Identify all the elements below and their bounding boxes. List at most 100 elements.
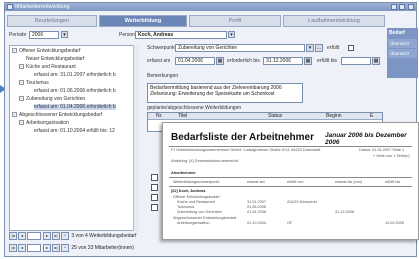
tree-scrollbar[interactable] [133, 45, 139, 231]
report-print-info2: + Seite von 1 Seite(n) [373, 154, 410, 158]
tab-profil[interactable]: Profil [189, 15, 281, 27]
record-count-text: 3 von 4 Weiterbildungsbedarf [71, 233, 137, 239]
erforderlich-date-field[interactable]: 31.12.2006 [263, 57, 303, 65]
bemerkungen-label: Bemerkungen [147, 73, 179, 79]
tree-node[interactable]: − Offener Entwicklungsbedarf [12, 48, 80, 54]
erfuellt-label: erfüllt [327, 45, 340, 51]
collapse-icon[interactable]: − [19, 96, 24, 102]
last-record-icon[interactable]: ▸| [52, 243, 60, 252]
side-panel-item[interactable]: Übersicht [388, 49, 417, 58]
row-checkbox[interactable] [151, 204, 158, 211]
dropdown-arrow-icon[interactable]: ▾ [228, 31, 235, 38]
person-navigator: |◂ ◂ ▸ ▸| * 25 von 33 Mitarbeiter(innen) [9, 243, 159, 253]
tree-node[interactable]: − Abgeschlossener Entwicklungsbedarf [12, 112, 102, 118]
tree-node[interactable]: erfasst am: 31.01.2007 erforderlich b [34, 72, 116, 78]
bemerkungen-textarea[interactable]: Bedarfsermittlung basierend aus der Ziel… [147, 83, 303, 103]
prev-record-icon[interactable]: ◂ [18, 243, 26, 252]
collapse-icon[interactable]: − [19, 80, 24, 86]
close-icon[interactable] [408, 4, 414, 10]
record-navigator: |◂ ◂ ▸ ▸| * 3 von 4 Weiterbildungsbedarf [9, 231, 159, 241]
tree-node[interactable]: − Tourismus [19, 80, 49, 86]
erfasst-date-field[interactable]: 01.04.2006 [175, 57, 215, 65]
collapse-icon[interactable]: − [12, 48, 17, 54]
row-checkbox[interactable] [151, 194, 158, 201]
window-controls [390, 4, 414, 13]
report-row-name: Tourismus [177, 205, 195, 209]
tab-bar: Beurteilungen Weiterbildung Profil Laufb… [7, 15, 385, 27]
collapse-icon[interactable]: − [12, 112, 17, 118]
tree-node-selected[interactable]: erfasst am: 01.04.2006 erforderlich b [34, 104, 116, 110]
tree-node-label: Neuer Entwicklungsbedarf [26, 56, 85, 62]
first-record-icon[interactable]: |◂ [9, 231, 17, 240]
erfuellt-bis-label: erfüllt bis [317, 58, 338, 64]
erfasst-label: erfasst am [147, 58, 171, 64]
report-row-cell: 12.02.2005 [385, 221, 405, 225]
dropdown-arrow-icon[interactable]: ▾ [61, 31, 68, 38]
schwerpunkt-select[interactable]: Zubereitung von Gerichten [175, 44, 305, 52]
minimize-icon[interactable] [390, 4, 397, 10]
tree-node[interactable]: − Arbeitsorganisation [19, 120, 69, 126]
tree-node[interactable]: − Küche und Restaurant [19, 64, 76, 70]
calendar-icon[interactable]: ▦ [216, 57, 224, 65]
report-row-cell: 01.10.2004 [247, 221, 267, 225]
report-col-header: erfasst bis (von) [335, 180, 363, 184]
erfuellt-bis-field[interactable] [341, 57, 371, 65]
person-select[interactable]: Koch, Andreas [135, 31, 227, 39]
tree-node[interactable]: − Zubereitung von Gerichten [19, 96, 85, 102]
side-panel: Bedarf Übersicht Übersicht [387, 28, 418, 78]
first-record-icon[interactable]: |◂ [9, 243, 17, 252]
report-col-header: Weiterbildungsschwerpunkt [173, 180, 220, 184]
report-row-cell: 31.12.2006 [335, 210, 355, 214]
calendar-icon[interactable]: ▦ [372, 57, 380, 65]
person-count-text: 25 von 33 Mitarbeiter(innen) [71, 245, 134, 251]
next-record-icon[interactable]: ▸ [43, 243, 51, 252]
report-row-cell: GF [287, 221, 293, 225]
tab-laufbahnentwicklung[interactable]: Laufbahnentwicklung [283, 15, 385, 27]
report-row-name: Offener Entwicklungsbedarf [173, 195, 220, 199]
report-row-cell: 01.06.2006 [247, 205, 267, 209]
row-checkbox[interactable] [151, 174, 158, 181]
last-record-icon[interactable]: ▸| [52, 231, 60, 240]
checkbox-column [147, 134, 163, 229]
record-number-field[interactable] [27, 243, 41, 252]
tree-node-label: erfasst am: 31.01.2007 erforderlich b [34, 72, 116, 78]
tree-node[interactable]: erfasst am: 01.10.2004 erfüllt bis: 12 [34, 128, 115, 134]
maximize-icon[interactable] [399, 4, 406, 10]
next-record-icon[interactable]: ▸ [43, 231, 51, 240]
calendar-icon[interactable]: ▦ [304, 57, 312, 65]
grid-col-header[interactable]: Status [268, 113, 282, 120]
dropdown-arrow-icon[interactable]: ▾ [306, 44, 314, 52]
tree-node-label: Küche und Restaurant [26, 64, 76, 70]
erfuellt-checkbox[interactable] [348, 45, 354, 51]
new-record-icon[interactable]: * [61, 231, 69, 240]
app-icon [7, 4, 13, 10]
tree-node-label: Tourismus [26, 80, 49, 86]
tree-node[interactable]: erfasst am: 01.06.2006 erforderlich b [34, 88, 116, 94]
window-title: Mitarbeiterentwicklung [15, 4, 70, 10]
collapse-icon[interactable]: − [19, 120, 24, 126]
report-preview: Bedarfsliste der Arbeitnehmer Januar 200… [162, 122, 419, 240]
tab-weiterbildung[interactable]: Weiterbildung [99, 15, 187, 27]
tab-beurteilungen[interactable]: Beurteilungen [7, 15, 97, 27]
record-number-field[interactable] [27, 231, 41, 240]
divider [169, 146, 412, 147]
prev-record-icon[interactable]: ◂ [18, 231, 26, 240]
row-checkbox[interactable] [151, 184, 158, 191]
grid-col-header[interactable]: Titel [178, 113, 187, 120]
period-label: Periode [9, 32, 27, 38]
lookup-icon[interactable]: … [315, 44, 323, 52]
collapse-icon[interactable]: − [19, 64, 24, 70]
report-row-cell: 31.01.2007 [247, 200, 267, 204]
grid-col-header[interactable]: Nr. [156, 113, 162, 120]
period-select[interactable]: 2006 [29, 31, 59, 39]
grid-col-header[interactable]: E [370, 113, 373, 120]
side-panel-item[interactable]: Übersicht [388, 39, 417, 48]
tree-node-label: Abgeschlossener Entwicklungsbedarf [19, 112, 103, 118]
new-record-icon[interactable]: * [61, 243, 69, 252]
report-section-title: Arbeitnehmer [171, 171, 196, 175]
requirement-tree[interactable]: − Offener Entwicklungsbedarf Neuer Entwic… [9, 45, 139, 231]
tree-node[interactable]: Neuer Entwicklungsbedarf [26, 56, 84, 62]
grid-col-header[interactable]: Beginn [326, 113, 342, 120]
tree-node-label: Offener Entwicklungsbedarf [19, 48, 81, 54]
tree-node-label: Arbeitsorganisation [26, 120, 69, 126]
